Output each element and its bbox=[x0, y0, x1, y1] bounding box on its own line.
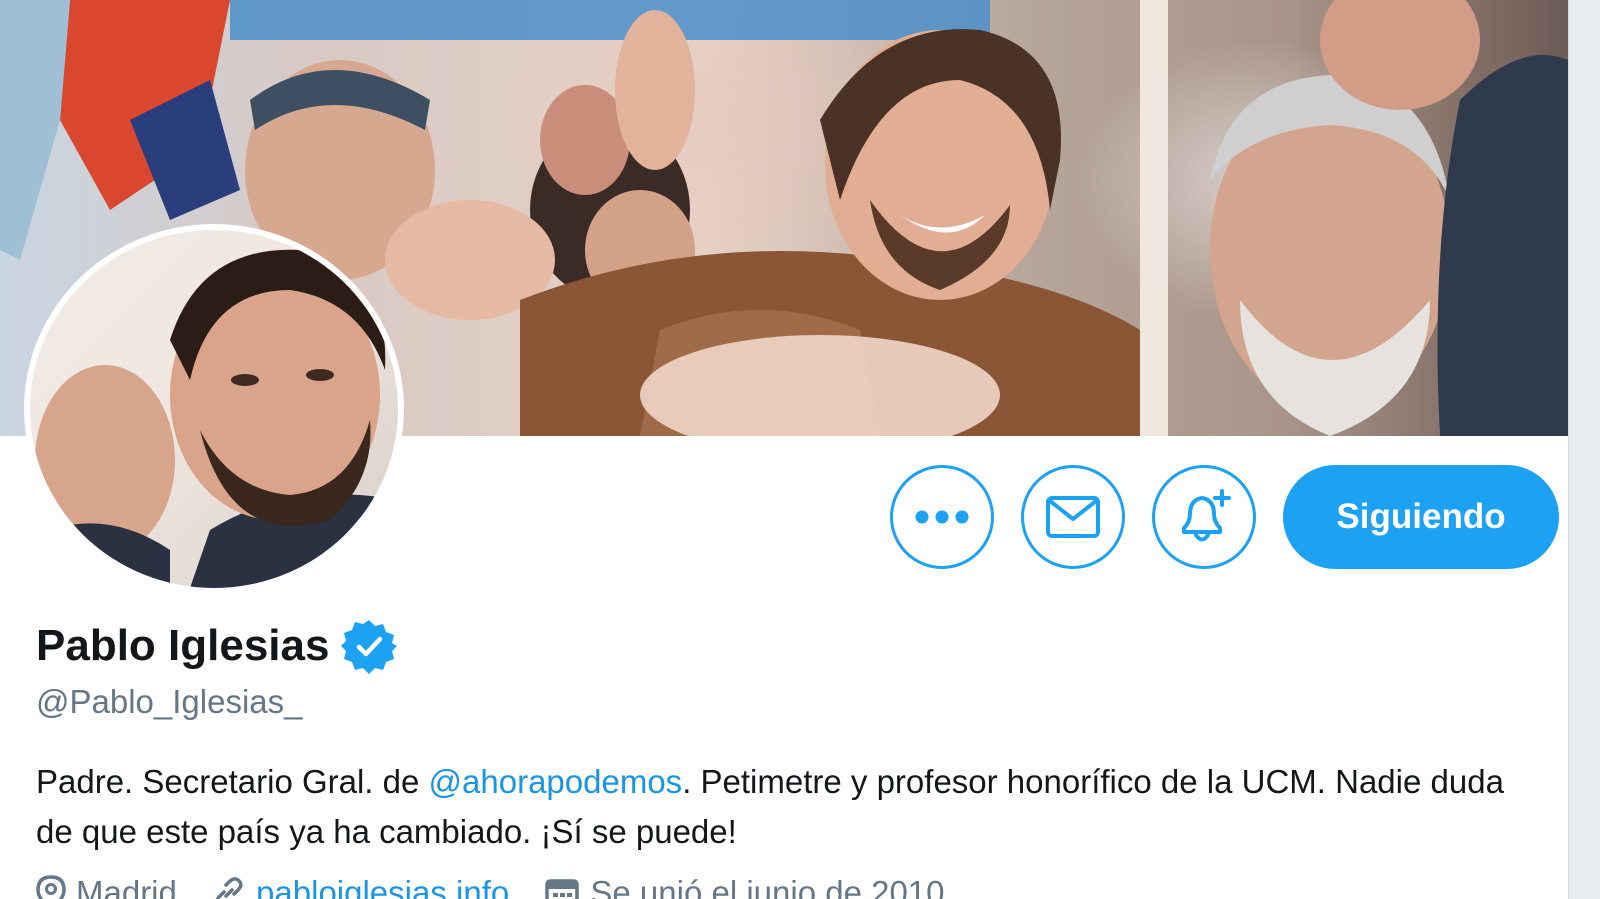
profile-page: Siguiendo Pablo Iglesias @Pablo_Iglesias… bbox=[0, 0, 1600, 899]
joined-item: Se unió el junio de 2010 bbox=[544, 874, 945, 899]
profile-name-row: Pablo Iglesias bbox=[36, 618, 398, 674]
scrollbar-track[interactable] bbox=[1568, 0, 1600, 899]
website-item[interactable]: pabloiglesias.info bbox=[212, 874, 509, 899]
joined-text: Se unió el junio de 2010 bbox=[590, 874, 945, 899]
link-icon bbox=[216, 877, 243, 899]
bio-mention-link[interactable]: @ahorapodemos bbox=[429, 763, 683, 800]
website-link[interactable]: pabloiglesias.info bbox=[256, 874, 509, 899]
bio-text: Padre. Secretario Gral. de bbox=[36, 763, 429, 800]
avatar[interactable] bbox=[24, 224, 404, 594]
more-dots-icon bbox=[915, 510, 969, 524]
location-pin-icon bbox=[36, 875, 66, 899]
avatar-portrait-illustration bbox=[35, 249, 398, 588]
message-button[interactable] bbox=[1021, 465, 1125, 569]
envelope-icon bbox=[1046, 496, 1100, 538]
more-options-button[interactable] bbox=[890, 465, 994, 569]
location-text: Madrid bbox=[76, 874, 177, 899]
bell-plus-icon bbox=[1182, 489, 1231, 542]
location-item: Madrid bbox=[36, 874, 177, 899]
calendar-icon bbox=[545, 879, 580, 899]
notifications-button[interactable] bbox=[1152, 465, 1256, 569]
verified-badge-icon bbox=[341, 620, 398, 674]
profile-meta-row: Madrid pabloiglesias.info Se unió el jun… bbox=[36, 874, 971, 899]
profile-bio: Padre. Secretario Gral. de @ahorapodemos… bbox=[36, 757, 1536, 857]
following-button[interactable]: Siguiendo bbox=[1283, 465, 1559, 569]
display-name: Pablo Iglesias bbox=[36, 621, 330, 670]
profile-handle: @Pablo_Iglesias_ bbox=[36, 683, 303, 720]
